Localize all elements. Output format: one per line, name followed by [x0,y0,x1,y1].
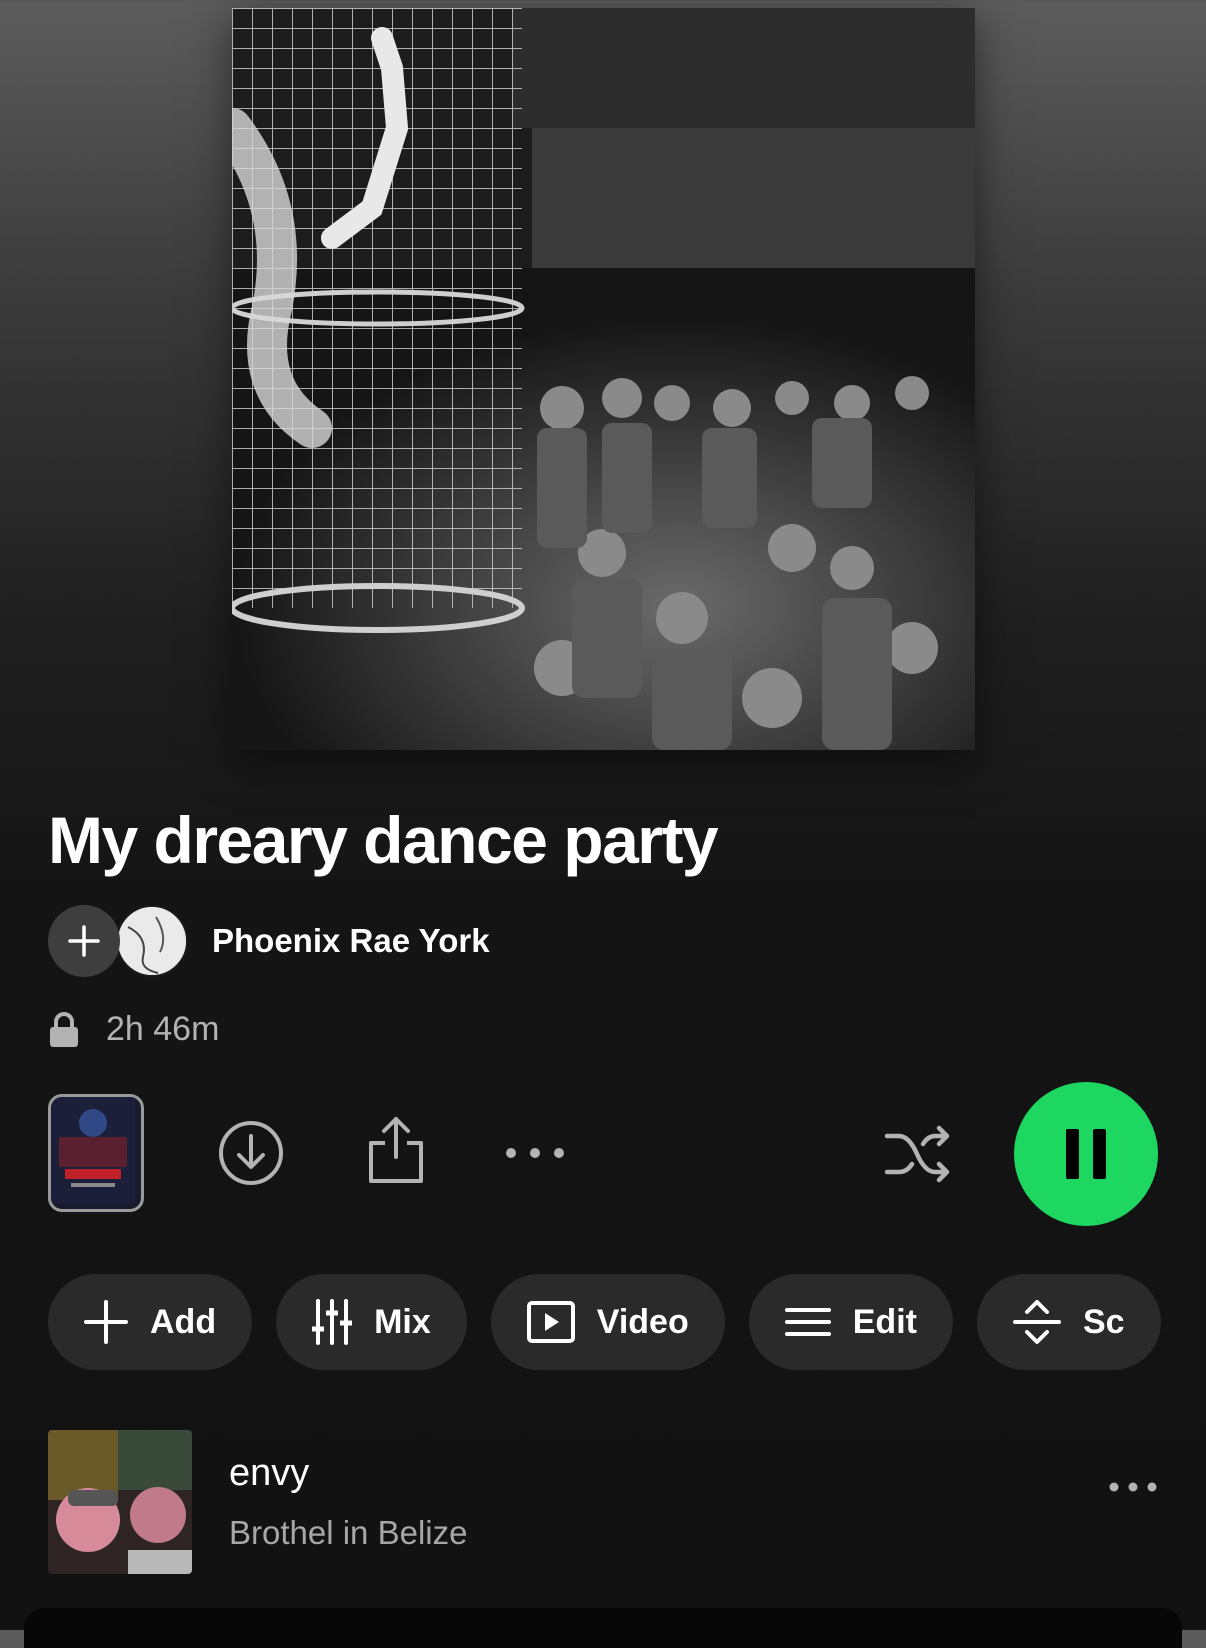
share-button[interactable] [366,1114,426,1186]
add-chip[interactable]: Add [48,1274,253,1370]
download-button[interactable] [216,1118,286,1188]
chip-label: Video [596,1302,689,1341]
owner-name[interactable]: Phoenix Rae York [212,922,490,960]
playlist-title: My dreary dance party [48,803,719,877]
pause-icon [1066,1129,1106,1179]
more-icon [506,1148,564,1158]
add-collaborator-button[interactable] [48,905,120,977]
playlist-duration: 2h 46m [106,1010,220,1048]
plus-icon [68,925,100,957]
playlist-preview-thumbnail[interactable] [48,1094,144,1212]
shuffle-icon [884,1125,950,1183]
download-icon [219,1121,283,1185]
sort-chip[interactable]: Sc [976,1274,1161,1370]
chip-label: Mix [374,1302,431,1341]
track-artwork [48,1430,192,1574]
filter-chip-row: Add Mix Video Edit Sc [48,1274,1185,1370]
chip-label: Add [150,1302,217,1341]
video-chip[interactable]: Video [490,1274,725,1370]
shuffle-button[interactable] [882,1122,954,1186]
share-icon [369,1117,423,1183]
track-more-options-button[interactable] [1108,1480,1158,1498]
track-artist: Brothel in Belize [229,1514,468,1551]
owner-avatar[interactable] [116,905,188,977]
edit-lines-icon [784,1308,831,1336]
mix-chip[interactable]: Mix [276,1274,467,1370]
track-row[interactable]: envy Brothel in Belize [48,1430,1158,1574]
more-icon [1109,1482,1157,1492]
sliders-icon [312,1299,353,1345]
edit-chip[interactable]: Edit [748,1274,953,1370]
chip-label: Edit [852,1302,917,1341]
action-row [0,1082,1206,1226]
video-icon [526,1301,575,1343]
sort-icon [1012,1300,1061,1344]
playlist-cover-image [232,8,975,750]
owner-row: Phoenix Rae York [48,905,490,977]
track-title: envy [229,1452,310,1494]
mini-player-bar[interactable] [24,1608,1182,1648]
lock-icon [50,1011,78,1047]
pause-button[interactable] [1014,1082,1158,1226]
chip-label: Sc [1082,1302,1125,1341]
playlist-meta: 2h 46m [48,1010,219,1049]
more-options-button[interactable] [500,1140,570,1166]
plus-icon [84,1300,128,1344]
